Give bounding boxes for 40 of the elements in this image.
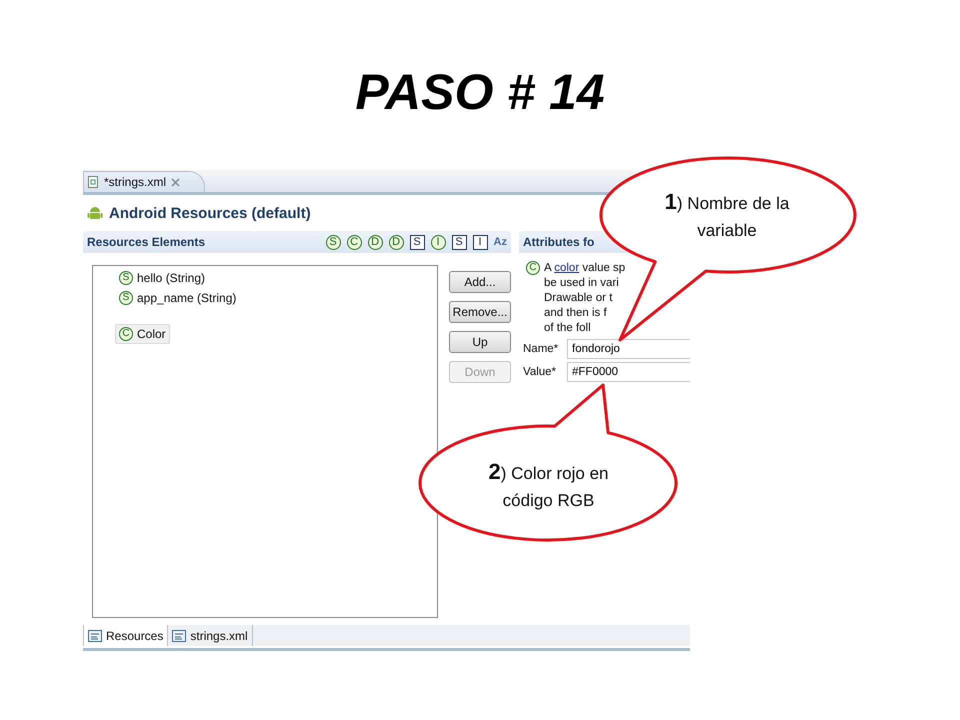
field-label: Value*: [523, 366, 558, 378]
toolbar-button[interactable]: Az: [494, 236, 507, 248]
tab-label: *strings.xml: [104, 175, 166, 189]
toolbar-button[interactable]: S: [326, 234, 341, 250]
section-title: Attributes fo: [523, 235, 594, 249]
toolbar-button[interactable]: C: [346, 234, 362, 250]
toolbar-button[interactable]: I: [430, 234, 446, 250]
action-button[interactable]: Remove...: [449, 301, 511, 323]
resource-type-icon: S: [119, 291, 133, 305]
page-icon: [172, 630, 186, 642]
toolbar-button[interactable]: I: [472, 234, 488, 250]
page-tab[interactable]: strings.xml: [168, 625, 253, 646]
callout-text: 1) Nombre de la variable: [664, 188, 790, 242]
list-item[interactable]: S app_name (String): [115, 288, 240, 308]
file-icon: [88, 176, 98, 188]
description-text: A color value sp be used in vari Drawable or t and then is f of the foll: [544, 261, 626, 336]
editor-title: Android Resources (default): [109, 204, 311, 222]
page-tab[interactable]: Resources: [83, 625, 168, 646]
toolbar-button[interactable]: D: [368, 234, 383, 250]
field-label: Name*: [523, 343, 560, 355]
callout-text: 2) Color rojo en código RGB: [488, 458, 610, 512]
android-icon: [87, 205, 103, 221]
color-link[interactable]: color: [554, 262, 580, 274]
list-item[interactable]: C Color: [115, 324, 170, 344]
list-item[interactable]: S hello (String): [115, 268, 210, 288]
toolbar-button[interactable]: S: [410, 234, 425, 250]
resource-type-icon: C: [119, 327, 133, 341]
action-button[interactable]: Up: [449, 331, 511, 353]
page-icon: [88, 630, 102, 642]
action-button[interactable]: Add...: [449, 271, 511, 293]
resource-type-icon: S: [119, 271, 133, 285]
toolbar-button[interactable]: D: [388, 234, 404, 250]
close-icon[interactable]: [171, 178, 180, 186]
input-field[interactable]: #FF0000: [567, 362, 690, 382]
section-title: Resources Elements: [87, 235, 206, 249]
color-type-icon: C: [526, 261, 540, 275]
toolbar-button[interactable]: S: [452, 234, 467, 250]
slide-title: PASO # 14: [354, 63, 606, 122]
editor-tab[interactable]: *strings.xml: [83, 171, 206, 192]
input-field[interactable]: fondorojo: [567, 339, 690, 359]
